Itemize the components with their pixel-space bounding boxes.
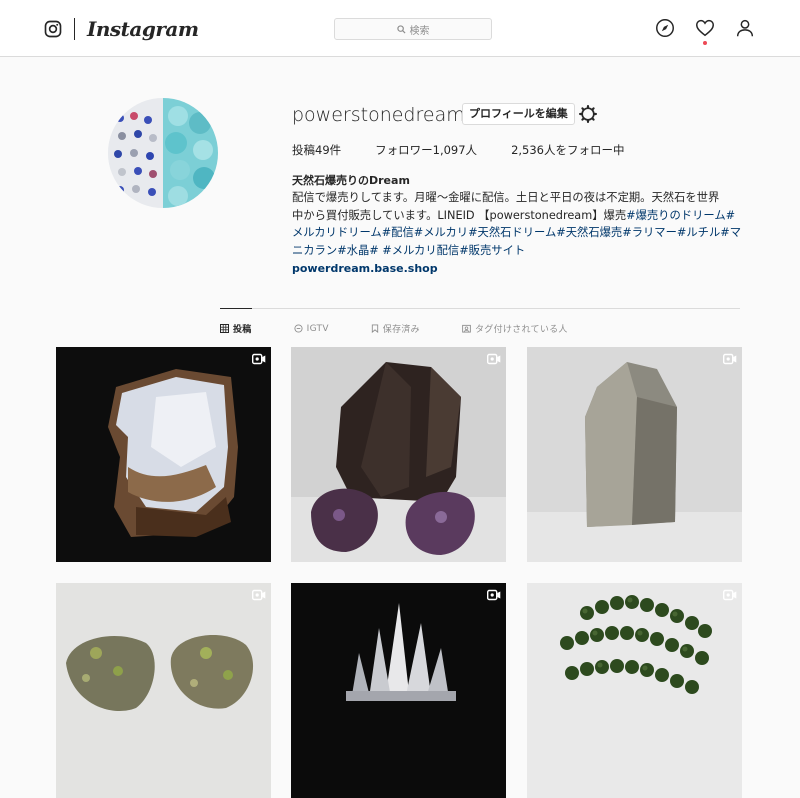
post-image [527,583,742,798]
tab-posts[interactable]: 投稿 [220,322,252,335]
compass-icon[interactable] [654,17,676,39]
profile-website-link[interactable]: powerdream.base.shop [292,262,438,275]
post-thumbnail[interactable] [527,347,742,562]
tab-tagged[interactable]: タグ付けされている人 [462,322,568,335]
video-icon [487,353,501,365]
nav-actions [654,17,756,45]
tab-label: 保存済み [382,325,420,335]
tabs-divider [220,308,740,309]
post-thumbnail[interactable] [527,583,742,798]
post-thumbnail[interactable] [291,583,506,798]
search-input[interactable]: 検索 [334,18,492,40]
video-icon [723,353,737,365]
post-thumbnail[interactable] [56,347,271,562]
settings-gear-icon[interactable] [578,104,598,124]
post-image [291,583,506,798]
video-icon [252,589,266,601]
followers-count[interactable]: フォロワー1,097人 [375,142,477,158]
post-image [527,347,742,562]
bookmark-icon [371,324,378,333]
edit-profile-button[interactable]: プロフィールを編集 [462,103,575,125]
activity-button[interactable] [694,17,716,45]
tab-saved[interactable]: 保存済み [371,322,420,335]
search-placeholder: 検索 [409,25,430,37]
profile-tabs: 投稿 IGTV 保存済み タグ付けされている人 [220,322,610,335]
bio-line: 配信で爆売りしてます。月曜〜金曜に配信。土日と平日の夜は不定期。天然石を世界 [292,191,720,204]
profile-full-name: 天然石爆売りのDream [292,174,410,187]
instagram-logo[interactable]: Instagram [44,16,199,42]
logo-wordmark: Instagram [87,17,199,41]
profile-bio: 配信で爆売りしてます。月曜〜金曜に配信。土日と平日の夜は不定期。天然石を世界 中… [292,189,747,259]
post-thumbnail[interactable] [56,583,271,798]
post-image [56,583,271,798]
logo-divider [74,18,75,40]
tab-label: IGTV [306,323,329,334]
bio-line: 中から買付販売しています。LINEID 【powerstonedream】爆売#… [292,207,747,225]
profile-icon[interactable] [734,17,756,39]
bio-hashtags[interactable]: ニカラン#水晶# #メルカリ配信#販売サイト [292,242,747,260]
instagram-glyph-icon [44,20,62,38]
profile-username: powerstonedream [292,104,465,126]
bio-hashtags[interactable]: メルカリドリーム#配信#メルカリ#天然石ドリーム#天然石爆売#ラリマー#ルチル#… [292,224,747,242]
igtv-icon [294,324,303,333]
posts-count: 投稿49件 [292,143,342,157]
tab-label: 投稿 [233,325,252,335]
grid-icon [220,324,229,333]
heart-icon [696,19,714,37]
bio-hashtag[interactable]: #爆売りのドリーム# [626,209,735,222]
video-icon [252,353,266,365]
search-icon [396,24,406,34]
post-thumbnail[interactable] [291,347,506,562]
following-count[interactable]: 2,536人をフォロー中 [511,142,624,158]
tab-label: タグ付けされている人 [474,325,568,335]
tagged-icon [462,324,471,333]
video-icon [487,589,501,601]
bio-text: 中から買付販売しています。LINEID 【powerstonedream】爆売 [292,208,627,222]
top-navigation: Instagram 検索 [0,0,800,57]
active-tab-indicator [220,308,252,309]
notification-dot [703,41,707,45]
profile-avatar[interactable] [108,98,218,208]
post-image [291,347,506,562]
post-image [56,347,271,562]
profile-stats: 投稿49件 フォロワー1,097人 2,536人をフォロー中 [292,142,658,158]
tab-igtv[interactable]: IGTV [294,322,329,335]
video-icon [723,589,737,601]
